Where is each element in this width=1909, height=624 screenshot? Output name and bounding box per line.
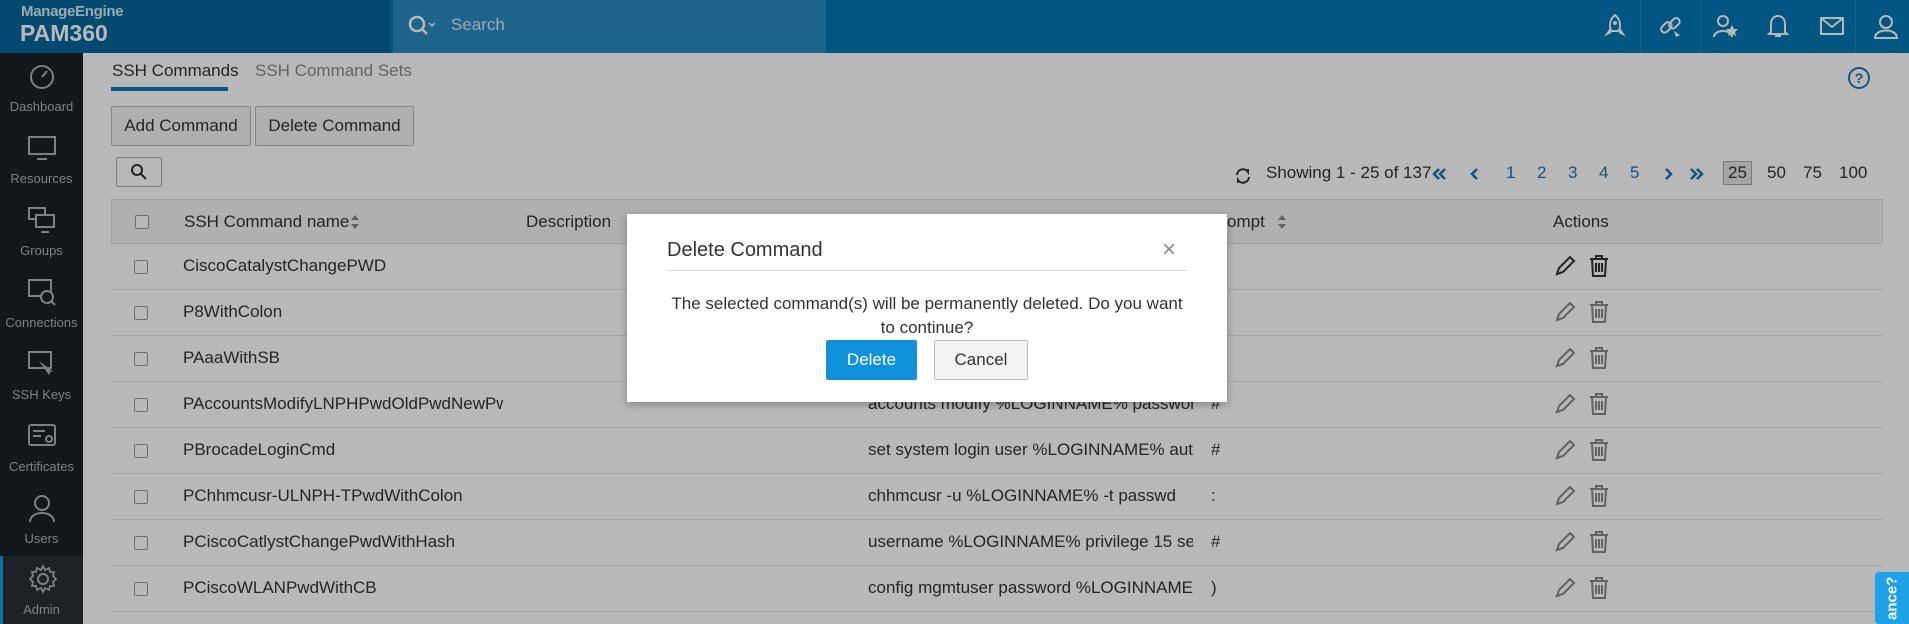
close-icon[interactable]: × (1162, 236, 1176, 264)
dialog-divider (667, 270, 1187, 271)
cancel-button[interactable]: Cancel (934, 340, 1028, 380)
dialog-title: Delete Command (667, 239, 823, 261)
dialog-message: The selected command(s) will be permanen… (671, 294, 1183, 337)
confirm-delete-button[interactable]: Delete (826, 340, 917, 380)
assistance-tab[interactable]: ance? (1875, 572, 1909, 624)
delete-command-dialog: Delete Command × The selected command(s)… (627, 214, 1227, 402)
